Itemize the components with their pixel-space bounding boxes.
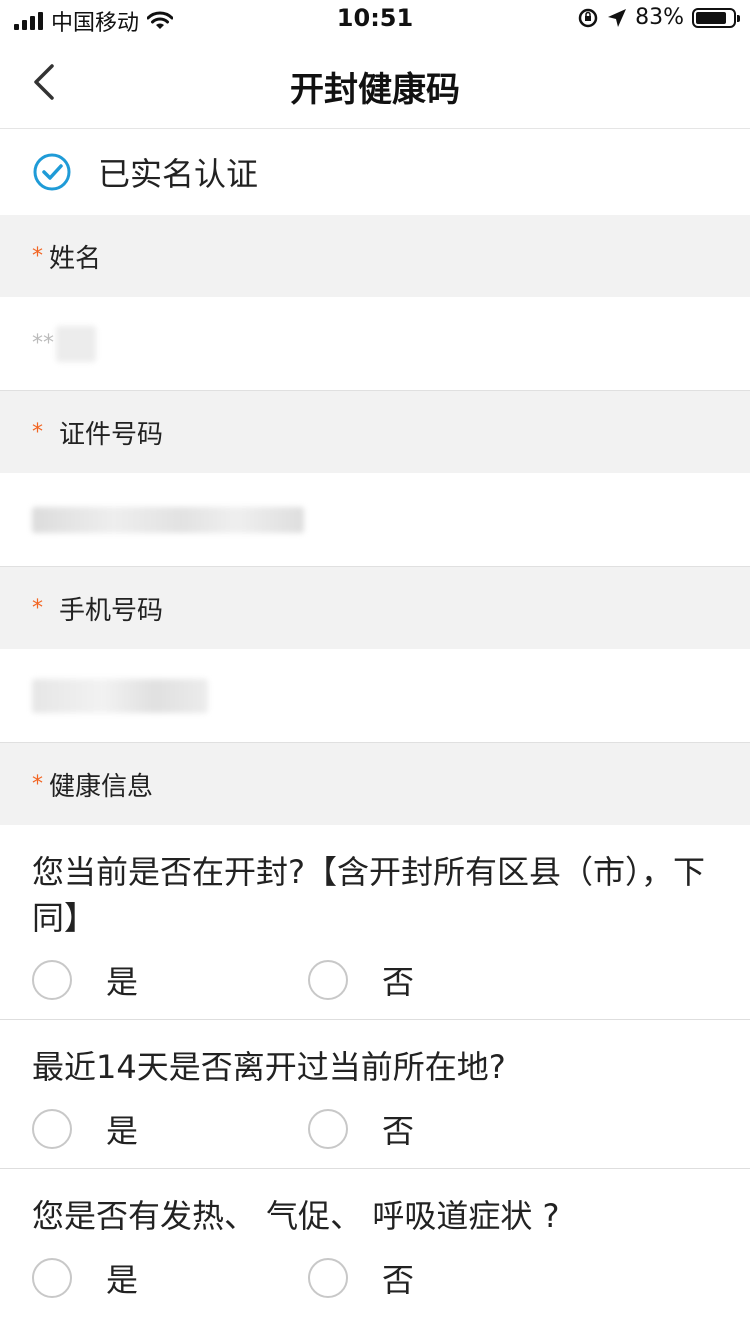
- check-circle-icon: [33, 153, 71, 191]
- page-title: 开封健康码: [290, 70, 460, 110]
- question-1: 您当前是否在开封?【含开封所有区县（市），下同】 是 否: [0, 825, 750, 1020]
- status-right: 83%: [577, 5, 740, 30]
- question-text: 您是否有发热、 气促、 呼吸道症状 ?: [32, 1197, 560, 1235]
- name-mask: **: [32, 331, 54, 356]
- phone-field[interactable]: [0, 649, 750, 743]
- rotation-lock-icon: [578, 8, 598, 27]
- verification-text: 已实名认证: [98, 155, 259, 193]
- required-mark: *: [32, 243, 43, 269]
- verification-row: 已实名认证: [0, 129, 750, 215]
- name-label-row: * 姓名: [0, 215, 750, 297]
- id-number-field[interactable]: [0, 473, 750, 567]
- id-label-row: * 证件号码: [0, 391, 750, 473]
- option-yes[interactable]: 是: [32, 957, 308, 1003]
- phone-label: 手机号码: [59, 595, 164, 626]
- option-label: 是: [106, 1112, 139, 1150]
- id-number-label: 证件号码: [59, 419, 164, 450]
- radio-button[interactable]: [308, 1258, 348, 1298]
- question-text: 您当前是否在开封?【含开封所有区县（市），下同】: [32, 853, 705, 937]
- battery-icon: [692, 7, 740, 28]
- radio-button[interactable]: [32, 960, 72, 1000]
- radio-button[interactable]: [32, 1109, 72, 1149]
- option-yes[interactable]: 是: [32, 1106, 308, 1152]
- radio-button[interactable]: [32, 1258, 72, 1298]
- option-label: 否: [382, 1261, 415, 1299]
- option-label: 是: [106, 1261, 139, 1299]
- id-number-blurred-value: [32, 506, 304, 533]
- phone-blurred-value: [32, 678, 208, 713]
- required-mark: *: [32, 595, 43, 621]
- phone-label-row: * 手机号码: [0, 567, 750, 649]
- name-field[interactable]: **: [0, 297, 750, 391]
- option-yes[interactable]: 是: [32, 1255, 308, 1301]
- battery-percent: 83%: [635, 5, 684, 30]
- option-no[interactable]: 否: [308, 1106, 584, 1152]
- name-blurred-value: [56, 325, 96, 362]
- question-options: 是 否: [0, 1239, 750, 1317]
- radio-button[interactable]: [308, 1109, 348, 1149]
- name-label: 姓名: [49, 243, 102, 274]
- health-label: 健康信息: [49, 771, 154, 802]
- option-no[interactable]: 否: [308, 1255, 584, 1301]
- required-mark: *: [32, 771, 43, 797]
- option-label: 否: [382, 963, 415, 1001]
- question-2: 最近14天是否离开过当前所在地? 是 否: [0, 1020, 750, 1169]
- nav-bar: 开封健康码: [0, 40, 750, 129]
- question-text: 最近14天是否离开过当前所在地?: [32, 1048, 506, 1086]
- status-bar: 中国移动 10:51 83%: [0, 0, 750, 40]
- option-label: 是: [106, 963, 139, 1001]
- location-arrow-icon: [608, 8, 627, 27]
- option-no[interactable]: 否: [308, 957, 584, 1003]
- question-options: 是 否: [0, 1090, 750, 1168]
- required-mark: *: [32, 419, 43, 445]
- option-label: 否: [382, 1112, 415, 1150]
- health-label-row: * 健康信息: [0, 743, 750, 825]
- radio-button[interactable]: [308, 960, 348, 1000]
- question-options: 是 否: [0, 941, 750, 1019]
- question-3: 您是否有发热、 气促、 呼吸道症状 ? 是 否: [0, 1169, 750, 1317]
